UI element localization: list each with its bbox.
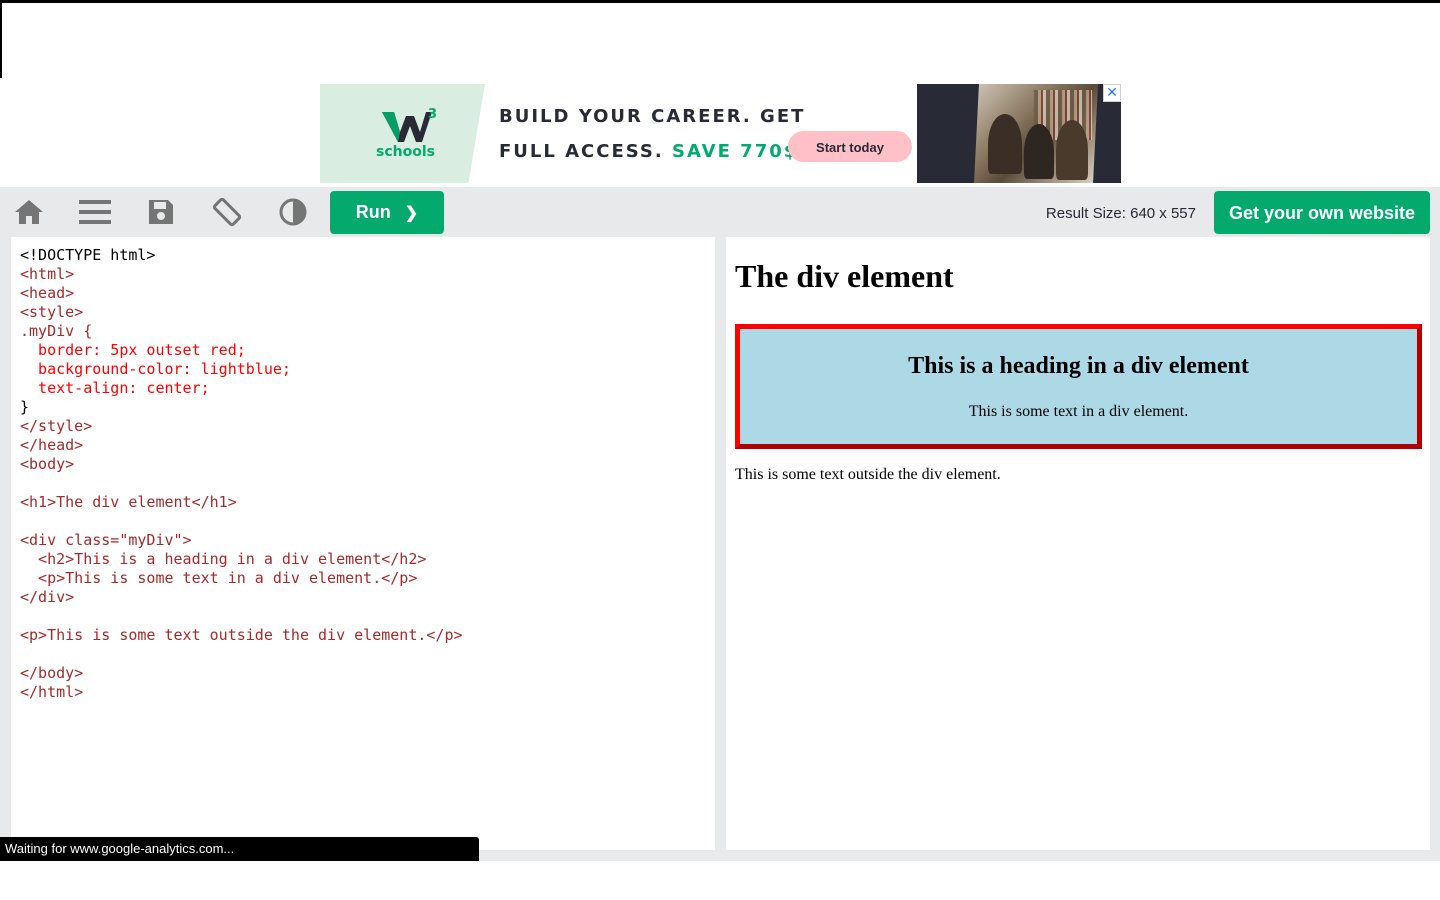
ad-logo-text: schools (376, 144, 435, 160)
ad-save-highlight: SAVE 770$ (672, 141, 799, 162)
code-line: <p>This is some text in a div element.</… (20, 569, 418, 587)
logo-superscript: 3 (428, 107, 437, 122)
ad-close-icon[interactable]: ✕ (1103, 84, 1121, 102)
get-your-own-website-button[interactable]: Get your own website (1214, 191, 1430, 234)
menu-icon[interactable] (78, 195, 112, 229)
ad-banner[interactable]: 3 schools BUILD YOUR CAREER. GET FULL AC… (320, 84, 1121, 183)
result-outside-text: This is some text outside the div elemen… (735, 466, 1001, 483)
code-line: background-color: lightblue; (20, 360, 291, 378)
code-line: </html> (20, 683, 84, 701)
ad-headline-prefix: FULL ACCESS. (499, 141, 672, 162)
code-line: <div class="myDiv"> (20, 531, 192, 549)
code-line: border: 5px outset red; (20, 341, 246, 359)
code-line: </head> (20, 436, 84, 454)
save-icon[interactable] (144, 195, 178, 229)
result-heading: The div element (735, 258, 954, 294)
code-line: <body> (20, 455, 75, 473)
run-button[interactable]: Run ❯ (330, 191, 444, 234)
result-mydiv-box: This is a heading in a div element This … (735, 324, 1422, 449)
run-label: Run (355, 202, 391, 222)
code-line: </body> (20, 664, 84, 682)
ad-start-today-button[interactable]: Start today (788, 131, 912, 162)
code-line: <head> (20, 284, 75, 302)
contrast-icon[interactable] (276, 195, 310, 229)
code-line: text-align: center; (20, 379, 210, 397)
ad-photo-image (974, 84, 1098, 183)
editor-workarea: <!DOCTYPE html> <html> <head> <style> .m… (0, 237, 1440, 861)
home-icon[interactable] (12, 195, 46, 229)
editor-toolbar: Run ❯ Result Size: 640 x 557 Get your ow… (0, 187, 1440, 237)
chevron-right-icon: ❯ (404, 204, 419, 222)
code-line: <html> (20, 265, 75, 283)
code-line: <p>This is some text outside the div ele… (20, 626, 463, 644)
w3schools-logo-icon: 3 (382, 107, 437, 142)
code-line: <style> (20, 303, 84, 321)
rotate-icon[interactable] (210, 195, 244, 229)
browser-status-bar: Waiting for www.google-analytics.com... (0, 837, 479, 861)
person-image-part (1056, 120, 1088, 180)
person-image-part (988, 114, 1022, 174)
result-size-label: Result Size: 640 x 557 (1045, 205, 1196, 222)
code-line: </div> (20, 588, 75, 606)
ad-headline-line1: BUILD YOUR CAREER. GET (499, 106, 806, 127)
code-line: <h2>This is a heading in a div element</… (20, 550, 427, 568)
code-editor[interactable]: <!DOCTYPE html> <html> <head> <style> .m… (11, 237, 715, 850)
ad-headline-line2: FULL ACCESS. SAVE 770$ (499, 141, 798, 162)
code-line: .myDiv { (20, 322, 93, 340)
code-line: <h1>The div element</h1> (20, 493, 237, 511)
result-preview[interactable]: The div element This is a heading in a d… (726, 237, 1430, 850)
window-top-border (0, 0, 1440, 3)
code-line: } (20, 398, 30, 416)
result-div-heading: This is a heading in a div element (908, 353, 1249, 379)
ad-logo-panel: 3 schools (320, 84, 485, 183)
code-line: <!DOCTYPE html> (20, 246, 156, 264)
person-image-part (1024, 124, 1054, 179)
result-div-text: This is some text in a div element. (968, 403, 1189, 420)
code-line: </style> (20, 417, 93, 435)
window-left-border (0, 0, 2, 78)
